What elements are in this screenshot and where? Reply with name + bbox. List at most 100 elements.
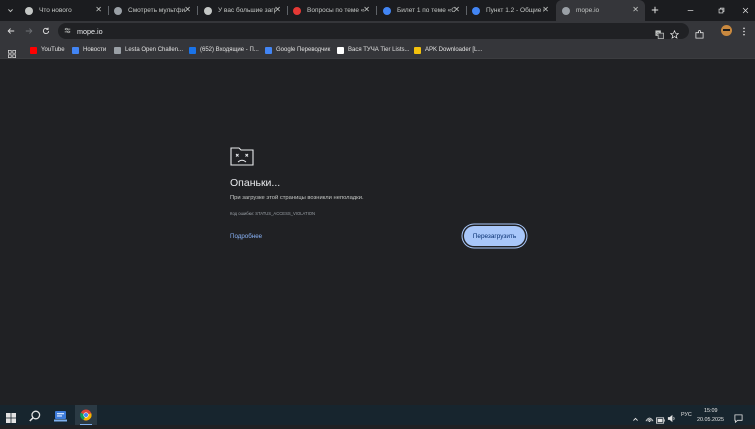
chevron-up-icon — [633, 417, 638, 421]
error-code: Код ошибки: STATUS_ACCESS_VIOLATION — [230, 211, 316, 216]
address-bar[interactable] — [58, 23, 689, 39]
close-icon — [742, 7, 748, 13]
bookmark-label: YouTube — [41, 47, 65, 53]
more-vert-icon — [743, 27, 745, 35]
tab-title: Смотреть мультфильмы — [128, 7, 186, 14]
tab-close-icon[interactable]: ✕ — [274, 5, 281, 14]
tab-3[interactable]: Вопросы по теме «Э ✕ — [287, 0, 376, 21]
reload-toolbar-button[interactable] — [40, 25, 52, 37]
apps-button[interactable] — [8, 45, 17, 58]
chrome-icon — [80, 409, 92, 421]
network-icon[interactable] — [645, 410, 654, 423]
youtube-icon — [30, 46, 37, 54]
apps-grid-icon — [8, 50, 16, 58]
tab-5[interactable]: Пункт 1.2 - Общие пол✕ — [466, 0, 555, 21]
windows-logo-icon — [6, 413, 16, 423]
profile-avatar[interactable] — [721, 25, 732, 36]
tab-close-icon[interactable]: ✕ — [542, 5, 549, 14]
tab-title: mope.io — [576, 7, 600, 14]
bookmark-label: Вася ТУЧА Tier Lists... — [348, 47, 410, 53]
bookmark-star-icon[interactable] — [669, 26, 680, 39]
tab-2[interactable]: У вас большие загрузки✕ — [198, 0, 287, 21]
bookmark-item[interactable]: (652) Входящие - П... — [189, 42, 259, 58]
ticket-icon — [383, 6, 391, 15]
show-hidden-icons[interactable] — [632, 410, 640, 421]
lesta-icon — [114, 46, 121, 54]
clock-time[interactable]: 15:09 — [704, 408, 718, 414]
apk-icon — [414, 46, 421, 54]
tab-6[interactable]: mope.io ✕ — [556, 0, 645, 21]
tab-title: Пункт 1.2 - Общие пол — [486, 7, 544, 14]
tab-title: Вопросы по теме «Э — [307, 7, 365, 14]
battery-icon[interactable] — [656, 411, 665, 424]
bookmark-item[interactable]: Вася ТУЧА Tier Lists... — [337, 42, 410, 58]
bookmark-item[interactable]: Новости — [72, 42, 106, 58]
site-info-icon[interactable] — [63, 26, 72, 35]
chrome-settings-icon — [25, 6, 33, 15]
bookmark-item[interactable]: Lesta Open Challen... — [114, 42, 183, 58]
minimize-button[interactable] — [683, 4, 697, 16]
volume-icon[interactable] — [667, 410, 676, 423]
tab-close-icon[interactable]: ✕ — [184, 5, 191, 14]
notifications-button[interactable] — [734, 410, 744, 424]
bookmark-label: (652) Входящие - П... — [200, 47, 259, 53]
new-tab-button[interactable] — [649, 4, 661, 16]
svg-text:G: G — [656, 31, 659, 36]
tab-title: Билет 1 по теме «Об — [397, 7, 455, 14]
bookmark-item[interactable]: Google Переводчик — [265, 42, 330, 58]
tierlist-icon — [337, 46, 344, 54]
taskbar-search-button[interactable] — [29, 409, 41, 422]
extensions-icon[interactable] — [695, 26, 704, 39]
notification-icon — [734, 414, 743, 424]
chevron-down-icon — [8, 9, 13, 13]
film-icon — [114, 6, 122, 15]
bookmark-label: Google Переводчик — [276, 47, 331, 53]
error-title: Опаньки... — [230, 177, 281, 189]
tab-1[interactable]: Смотреть мультфильмы✕ — [108, 0, 197, 21]
tab-search-button[interactable] — [5, 5, 16, 16]
tab-title: У вас большие загрузки — [218, 7, 276, 14]
tab-4[interactable]: Билет 1 по теме «Об ✕ — [377, 0, 466, 21]
minimize-icon — [687, 9, 693, 11]
bookmark-label: Lesta Open Challen... — [125, 47, 184, 53]
taskbar-chrome-button[interactable] — [75, 405, 97, 425]
translate-icon — [265, 46, 272, 54]
refresh-icon — [42, 27, 50, 35]
tab-close-icon[interactable]: ✕ — [632, 5, 639, 14]
news-icon — [72, 46, 79, 54]
address-text[interactable]: mope.io — [77, 27, 103, 36]
forward-button[interactable] — [23, 25, 35, 37]
arrow-right-icon — [25, 28, 33, 34]
language-indicator[interactable]: РУС — [681, 412, 692, 418]
test-logo-icon — [293, 6, 301, 15]
search-icon — [29, 410, 41, 422]
back-button[interactable] — [5, 25, 17, 37]
windows-taskbar — [0, 405, 755, 425]
plus-icon — [651, 6, 659, 14]
translate-page-icon[interactable]: G — [655, 26, 664, 39]
globe-icon — [204, 6, 212, 15]
maximize-button[interactable] — [714, 4, 728, 16]
page-icon — [562, 6, 570, 15]
bookmark-item[interactable]: APK Downloader [L... — [414, 42, 482, 58]
app-icon — [54, 411, 67, 422]
clock-date[interactable]: 20.05.2025 — [697, 417, 724, 423]
restore-icon — [718, 7, 724, 13]
tab-close-icon[interactable]: ✕ — [453, 5, 460, 14]
arrow-left-icon — [7, 28, 15, 34]
chrome-menu-button[interactable] — [739, 25, 749, 37]
sad-folder-icon — [230, 146, 254, 166]
taskbar-app-pinned[interactable] — [54, 409, 67, 422]
error-message: При загрузке этой страницы возникли непо… — [230, 195, 364, 201]
tab-close-icon[interactable]: ✕ — [363, 5, 370, 14]
bookmark-item[interactable]: YouTube — [30, 42, 65, 58]
bookmark-label: APK Downloader [L... — [425, 47, 483, 53]
details-link[interactable]: Подробнее — [230, 233, 262, 240]
start-button[interactable] — [6, 410, 16, 423]
reload-button[interactable]: Перезагрузить — [464, 226, 525, 246]
tab-title: Что нового — [39, 7, 72, 14]
tab-close-icon[interactable]: ✕ — [95, 5, 102, 14]
close-window-button[interactable] — [738, 4, 752, 16]
tab-0[interactable]: Что нового ✕ — [19, 0, 108, 21]
mail-icon — [189, 46, 196, 54]
